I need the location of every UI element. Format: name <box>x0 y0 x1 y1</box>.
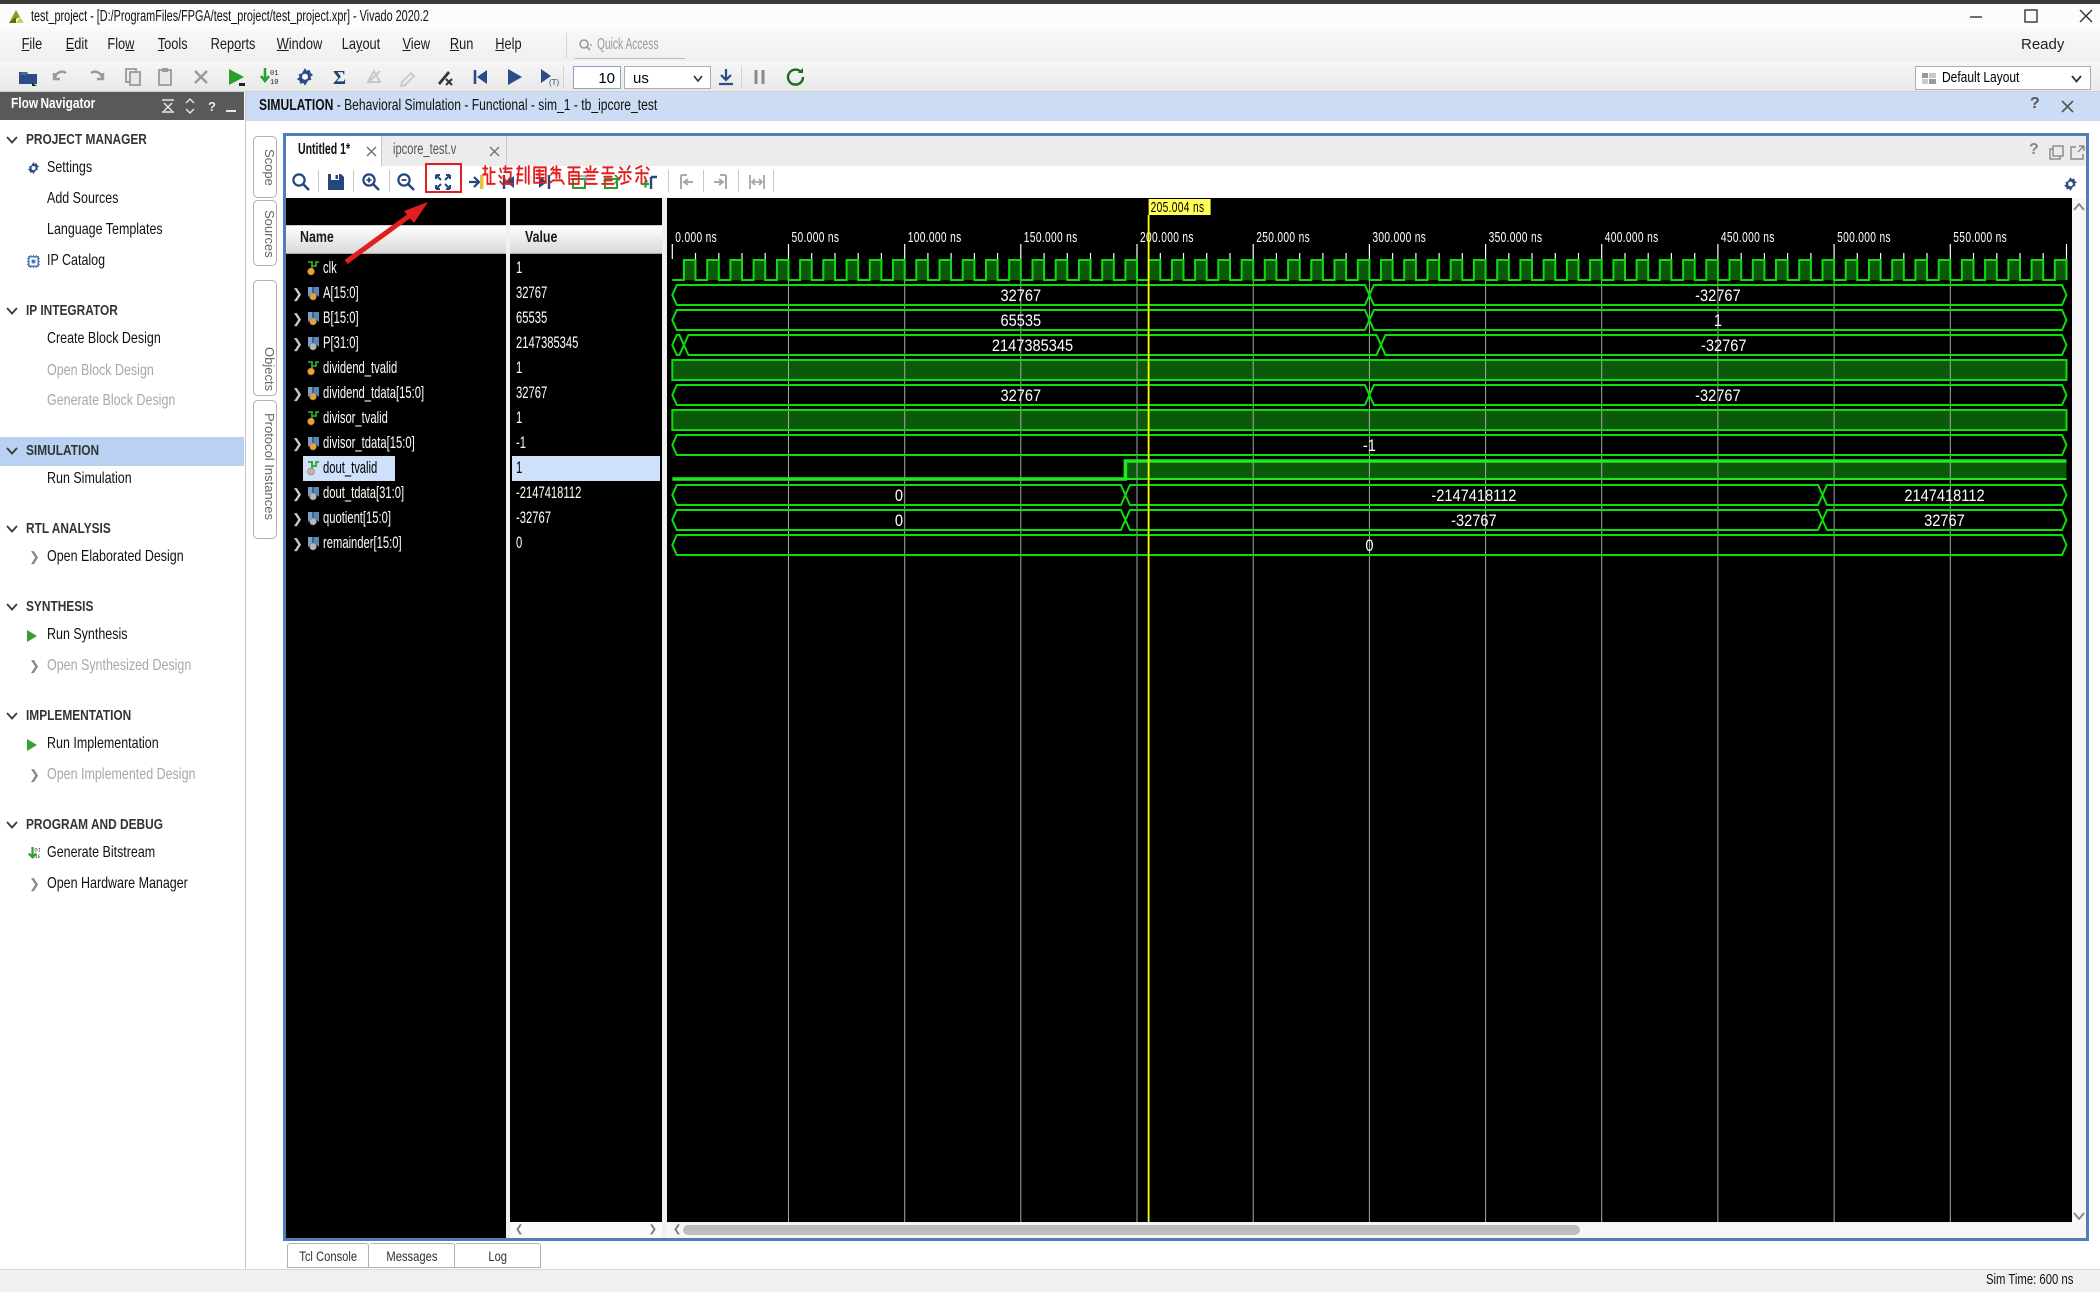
svg-text:10: 10 <box>270 79 278 87</box>
svg-text:100.000 ns: 100.000 ns <box>908 228 962 246</box>
svg-text:-1: -1 <box>1363 437 1376 455</box>
svg-text:400.000 ns: 400.000 ns <box>1605 228 1659 246</box>
svg-text:32767: 32767 <box>1000 287 1041 305</box>
svg-text:-32767: -32767 <box>1451 512 1497 530</box>
svg-text:0.000 ns: 0.000 ns <box>675 228 717 246</box>
svg-text:0: 0 <box>895 487 903 505</box>
svg-text:300.000 ns: 300.000 ns <box>1372 228 1426 246</box>
svg-text:1: 1 <box>1714 312 1722 330</box>
svg-text:0: 0 <box>895 512 903 530</box>
svg-text:550.000 ns: 550.000 ns <box>1953 228 2007 246</box>
svg-text:350.000 ns: 350.000 ns <box>1489 228 1543 246</box>
svg-text:32767: 32767 <box>1000 387 1041 405</box>
svg-text:01: 01 <box>270 70 278 78</box>
svg-text:150.000 ns: 150.000 ns <box>1024 228 1078 246</box>
svg-text:2147385345: 2147385345 <box>992 337 1073 355</box>
svg-text:10: 10 <box>34 853 40 860</box>
svg-text:250.000 ns: 250.000 ns <box>1256 228 1310 246</box>
svg-text:500.000 ns: 500.000 ns <box>1837 228 1891 246</box>
svg-text:-2147418112: -2147418112 <box>1431 487 1516 505</box>
svg-text:-32767: -32767 <box>1695 387 1741 405</box>
svg-text:0: 0 <box>1365 537 1373 555</box>
svg-text:65535: 65535 <box>1000 312 1041 330</box>
svg-text:-32767: -32767 <box>1695 287 1741 305</box>
svg-text:205.004 ns: 205.004 ns <box>1151 198 1205 216</box>
svg-text:(T): (T) <box>549 78 560 87</box>
svg-text:?: ? <box>208 99 216 114</box>
svg-text:Σ: Σ <box>333 67 346 88</box>
svg-text:450.000 ns: 450.000 ns <box>1721 228 1775 246</box>
svg-text:-32767: -32767 <box>1701 337 1747 355</box>
svg-text:50.000 ns: 50.000 ns <box>792 228 840 246</box>
svg-text:2147418112: 2147418112 <box>1904 487 1984 505</box>
svg-text:32767: 32767 <box>1924 512 1965 530</box>
